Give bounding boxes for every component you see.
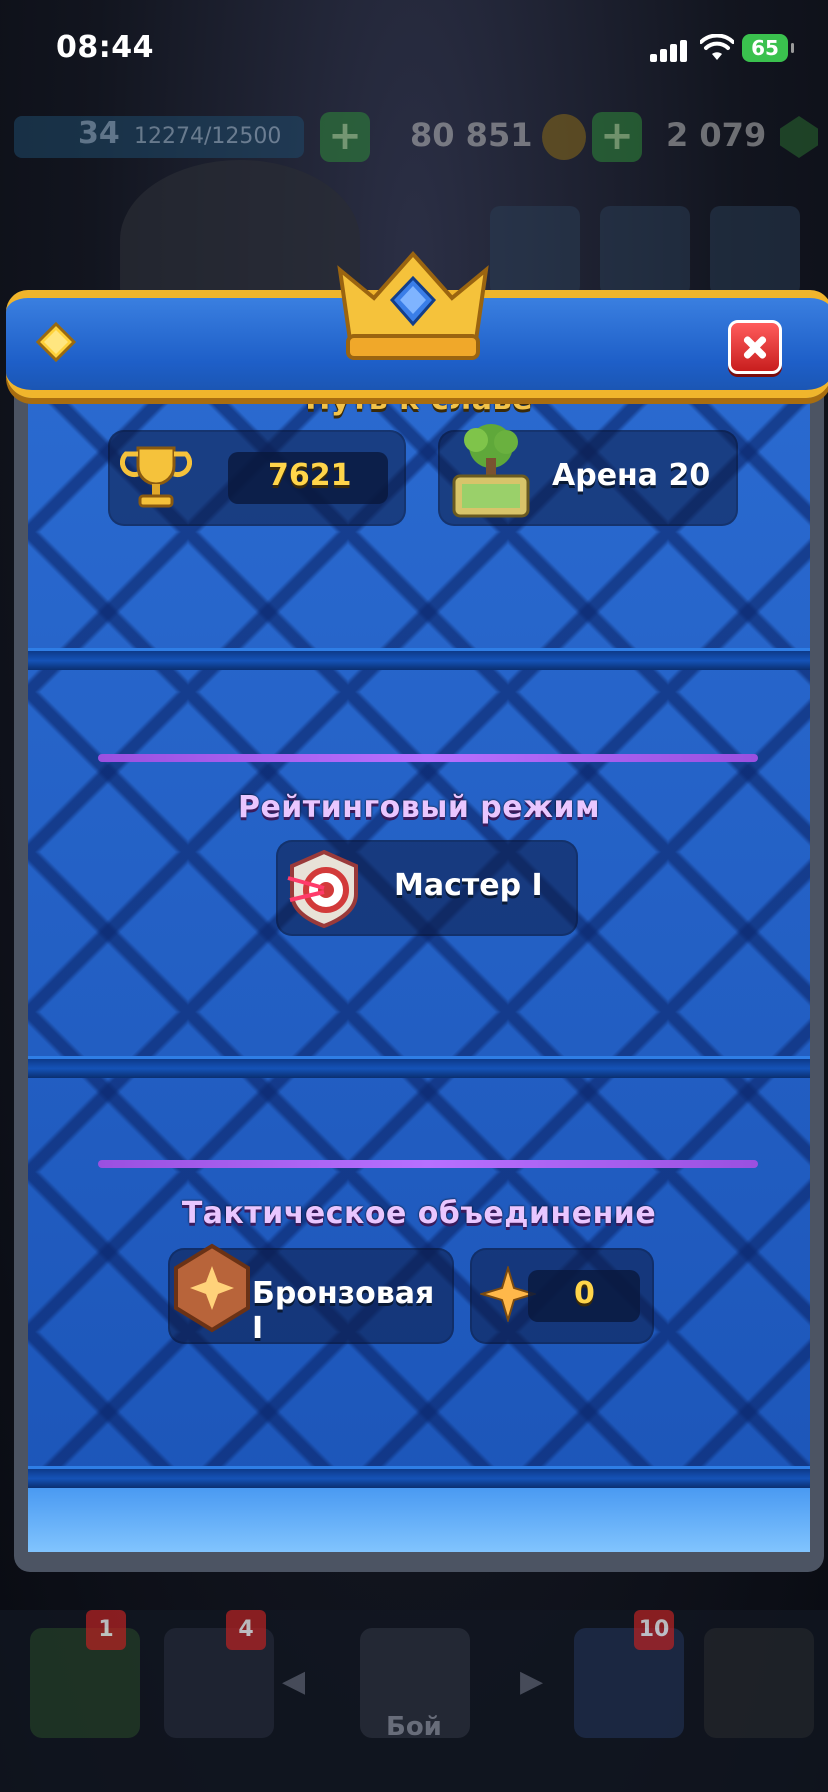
battery-indicator: 65 xyxy=(742,34,794,62)
tactical-league-card[interactable]: Бронзовая I xyxy=(168,1243,454,1346)
player-level: 34 xyxy=(78,116,120,151)
wifi-icon xyxy=(700,34,734,60)
profile-modal: Путь к славе 7621 Арена 20 Рейтинговый р… xyxy=(6,250,828,1575)
menu-button[interactable] xyxy=(710,206,800,296)
nav-left-arrow-icon[interactable]: ◀ xyxy=(282,1664,305,1699)
gems-amount: 2 079 xyxy=(666,116,767,154)
nav-events[interactable] xyxy=(704,1628,814,1738)
ranked-accent-line xyxy=(98,754,758,762)
battle-label: Бой xyxy=(386,1712,442,1742)
gold-amount: 80 851 xyxy=(410,116,533,154)
nav-right-arrow-icon[interactable]: ▶ xyxy=(520,1664,543,1699)
coin-icon xyxy=(542,114,586,160)
gem-icon xyxy=(780,116,818,158)
modal-content: Путь к славе 7621 Арена 20 Рейтинговый р… xyxy=(28,372,810,1552)
arena-icon xyxy=(452,424,530,518)
shop-badge: 1 xyxy=(86,1610,126,1650)
xp-progress: 12274/12500 xyxy=(134,124,282,149)
arena-name: Арена 20 xyxy=(552,458,711,493)
add-xp-button[interactable]: + xyxy=(320,112,370,162)
tactical-points-card: 0 xyxy=(470,1248,654,1344)
add-gold-button[interactable]: + xyxy=(592,112,642,162)
bronze-league-icon xyxy=(174,1243,250,1333)
modal-panel: Путь к славе 7621 Арена 20 Рейтинговый р… xyxy=(14,372,824,1572)
tactical-title: Тактическое объединение xyxy=(181,1196,657,1231)
ranked-league-name: Мастер I xyxy=(394,868,543,903)
close-button[interactable] xyxy=(728,320,782,374)
tactical-league-name: Бронзовая I xyxy=(252,1276,435,1346)
signal-icon xyxy=(650,40,690,62)
status-bar: 08:44 65 xyxy=(0,0,828,100)
news-button[interactable] xyxy=(600,206,690,296)
top-resource-bar: 34 12274/12500 + 80 851 + 2 079 xyxy=(14,112,818,162)
diamond-icon xyxy=(36,322,76,362)
tactical-accent-line xyxy=(98,1160,758,1168)
section-divider-2 xyxy=(28,1056,810,1078)
trophy-icon xyxy=(120,446,192,508)
arena-card[interactable]: Арена 20 xyxy=(438,424,738,526)
ranked-title: Рейтинговый режим xyxy=(237,790,601,825)
clock: 08:44 xyxy=(56,30,154,65)
trophies-value: 7621 xyxy=(268,458,352,493)
tactical-points-value: 0 xyxy=(574,1276,595,1311)
section-divider-3 xyxy=(28,1466,810,1488)
friends-button[interactable] xyxy=(490,206,580,296)
target-badge-icon xyxy=(287,849,358,928)
section-divider-1 xyxy=(28,648,810,670)
crown-icon xyxy=(337,250,489,360)
clan-badge: 10 xyxy=(634,1610,674,1650)
next-section-peek xyxy=(28,1488,810,1552)
ranked-league-card[interactable]: Мастер I xyxy=(276,840,578,936)
cards-badge: 4 xyxy=(226,1610,266,1650)
trophies-card: 7621 xyxy=(108,430,406,526)
